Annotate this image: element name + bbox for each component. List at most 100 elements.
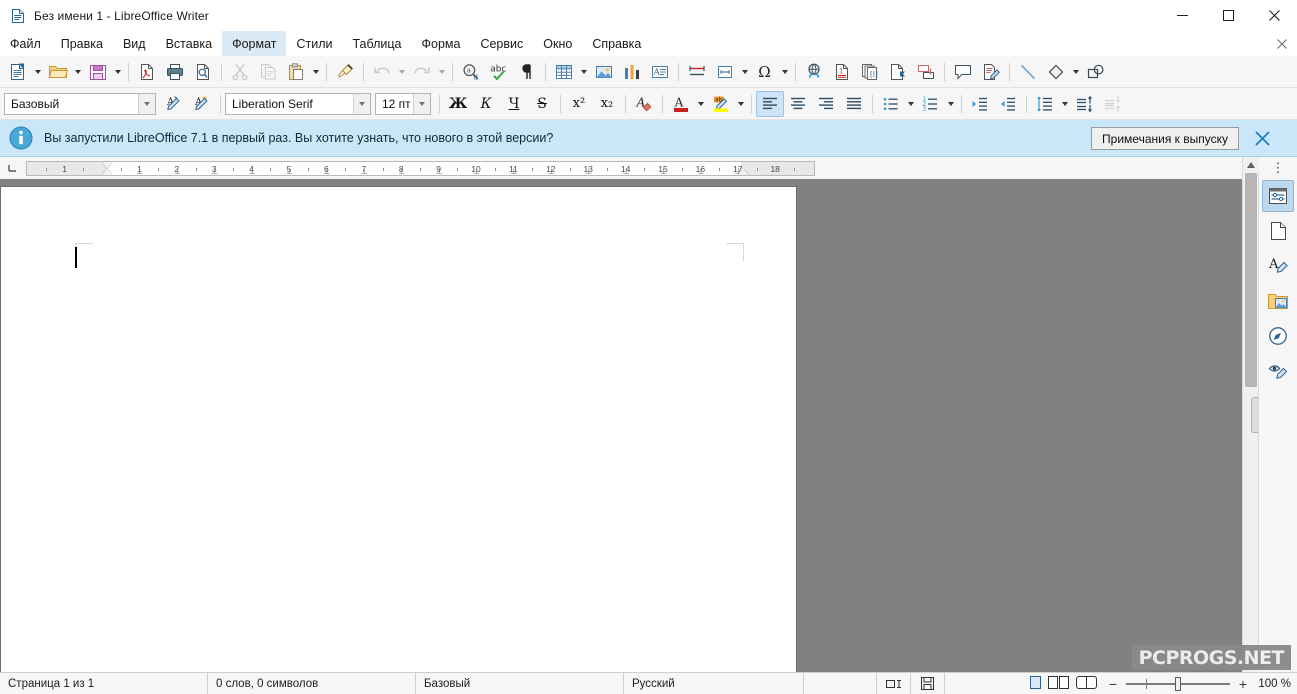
paste-icon[interactable] (282, 59, 310, 85)
multiple-page-view-icon[interactable] (1048, 675, 1069, 692)
menu-tools[interactable]: Сервис (470, 31, 533, 56)
special-character-dropdown[interactable] (779, 59, 791, 85)
zoom-level-label[interactable]: 100 % (1249, 678, 1291, 690)
minimize-button[interactable] (1159, 0, 1205, 31)
ruler-tab-stop[interactable]: ⊥ (697, 167, 704, 175)
undo-dropdown[interactable] (396, 59, 408, 85)
line-spacing-dropdown[interactable] (1059, 91, 1071, 117)
zoom-out-button[interactable]: − (1107, 676, 1119, 692)
ruler-tab-stop[interactable]: ⊥ (174, 167, 181, 175)
menu-file[interactable]: Файл (0, 31, 51, 56)
highlighting-color-dropdown[interactable] (735, 91, 747, 117)
insert-table-icon[interactable] (550, 59, 578, 85)
ruler-tab-stop[interactable]: ⊥ (398, 167, 405, 175)
copy-icon[interactable] (254, 59, 282, 85)
insert-special-character-icon[interactable]: Ω (751, 59, 779, 85)
bold-button[interactable]: Ж (444, 91, 472, 117)
unordered-list-dropdown[interactable] (905, 91, 917, 117)
paragraph-style-dropdown-icon[interactable] (138, 93, 155, 114)
ruler-tab-stop[interactable]: ⊥ (473, 167, 480, 175)
ordered-list-icon[interactable]: 1 2 3 (917, 91, 945, 117)
font-name-dropdown-icon[interactable] (353, 93, 370, 114)
ruler-tab-stop[interactable]: ⊥ (436, 167, 443, 175)
decrease-paragraph-spacing-icon[interactable] (1099, 91, 1127, 117)
new-style-from-selection-icon[interactable]: A (188, 91, 216, 117)
save-document-dropdown[interactable] (112, 59, 124, 85)
italic-button[interactable]: К (472, 91, 500, 117)
insert-field-dropdown[interactable] (739, 59, 751, 85)
menu-view[interactable]: Вид (113, 31, 156, 56)
close-document-button[interactable] (1277, 31, 1287, 56)
print-preview-icon[interactable] (189, 59, 217, 85)
status-word-count[interactable]: 0 слов, 0 символов (208, 672, 416, 694)
redo-icon[interactable] (408, 59, 436, 85)
menu-form[interactable]: Форма (412, 31, 471, 56)
close-notification-button[interactable] (1252, 128, 1273, 149)
align-right-icon[interactable] (812, 91, 840, 117)
release-notes-button[interactable]: Примечания к выпуску (1091, 127, 1239, 150)
font-size-dropdown-icon[interactable] (413, 93, 430, 114)
page-break-icon[interactable] (683, 59, 711, 85)
status-page-number[interactable]: Страница 1 из 1 (0, 672, 208, 694)
increase-indent-icon[interactable] (966, 91, 994, 117)
sidebar-settings-icon[interactable]: ⋮ (1263, 159, 1293, 177)
horizontal-ruler[interactable]: 1 1 2 3 4 5 6 7 8 9 10 11 12 13 14 15 16 17 18 ⊥ ⊥ ⊥ ⊥ ⊥ ⊥ ⊥ ⊥ ⊥ ⊥ ⊥ ⊥… (26, 160, 815, 176)
vertical-scrollbar-thumb[interactable] (1245, 173, 1257, 387)
zoom-in-button[interactable]: + (1237, 676, 1249, 692)
ruler-tab-stop[interactable]: ⊥ (249, 167, 256, 175)
print-icon[interactable] (161, 59, 189, 85)
align-left-icon[interactable] (756, 90, 784, 117)
highlighting-color-icon[interactable]: ab (707, 91, 735, 117)
new-document-dropdown[interactable] (32, 59, 44, 85)
ruler-tab-stop[interactable]: ⊥ (548, 167, 555, 175)
superscript-button[interactable]: x² (565, 91, 593, 117)
font-color-icon[interactable]: A (667, 91, 695, 117)
ruler-tab-stop[interactable]: ⊥ (623, 167, 630, 175)
sidebar-gallery-icon[interactable] (1262, 285, 1294, 317)
menu-insert[interactable]: Вставка (156, 31, 222, 56)
sidebar-page-icon[interactable] (1262, 215, 1294, 247)
font-name-combobox[interactable]: Liberation Serif (225, 92, 371, 115)
cut-icon[interactable] (226, 59, 254, 85)
insert-cross-reference-icon[interactable] (912, 59, 940, 85)
selection-mode-icon[interactable] (877, 672, 911, 694)
ordered-list-dropdown[interactable] (945, 91, 957, 117)
status-insert-mode[interactable] (804, 672, 877, 694)
right-indent-marker[interactable] (738, 167, 748, 175)
increase-paragraph-spacing-icon[interactable] (1071, 91, 1099, 117)
paste-dropdown[interactable] (310, 59, 322, 85)
basic-shapes-icon[interactable] (1042, 59, 1070, 85)
show-draw-functions-icon[interactable] (1082, 59, 1110, 85)
clone-formatting-icon[interactable] (331, 59, 359, 85)
sidebar-properties-icon[interactable] (1262, 180, 1294, 212)
font-size-combobox[interactable]: 12 пт (375, 92, 431, 115)
ruler-tab-stop[interactable]: ⊥ (286, 167, 293, 175)
undo-icon[interactable] (368, 59, 396, 85)
insert-image-icon[interactable] (590, 59, 618, 85)
maximize-button[interactable] (1205, 0, 1251, 31)
unordered-list-icon[interactable] (877, 91, 905, 117)
menu-format[interactable]: Формат (222, 31, 287, 56)
close-window-button[interactable] (1251, 0, 1297, 31)
menu-help[interactable]: Справка (582, 31, 651, 56)
book-view-icon[interactable] (1076, 675, 1097, 692)
basic-shapes-dropdown[interactable] (1070, 59, 1082, 85)
ruler-tab-stop[interactable]: ⊥ (660, 167, 667, 175)
sidebar-styles-icon[interactable]: A (1262, 250, 1294, 282)
document-page[interactable] (1, 187, 796, 672)
insert-chart-icon[interactable] (618, 59, 646, 85)
sidebar-hide-handle[interactable] (1251, 396, 1258, 433)
insert-hyperlink-icon[interactable] (800, 59, 828, 85)
insert-field-icon[interactable] (711, 59, 739, 85)
font-color-dropdown[interactable] (695, 91, 707, 117)
redo-dropdown[interactable] (436, 59, 448, 85)
open-document-dropdown[interactable] (72, 59, 84, 85)
menu-window[interactable]: Окно (533, 31, 582, 56)
spelling-icon[interactable]: abc (485, 59, 513, 85)
insert-footnote-icon[interactable]: 1 (828, 59, 856, 85)
paragraph-style-combobox[interactable]: Базовый (4, 92, 156, 115)
ruler-tab-stop[interactable]: ⊥ (585, 167, 592, 175)
find-and-replace-icon[interactable]: a d (457, 59, 485, 85)
new-document-icon[interactable] (4, 59, 32, 85)
strikethrough-button[interactable]: S (528, 91, 556, 117)
